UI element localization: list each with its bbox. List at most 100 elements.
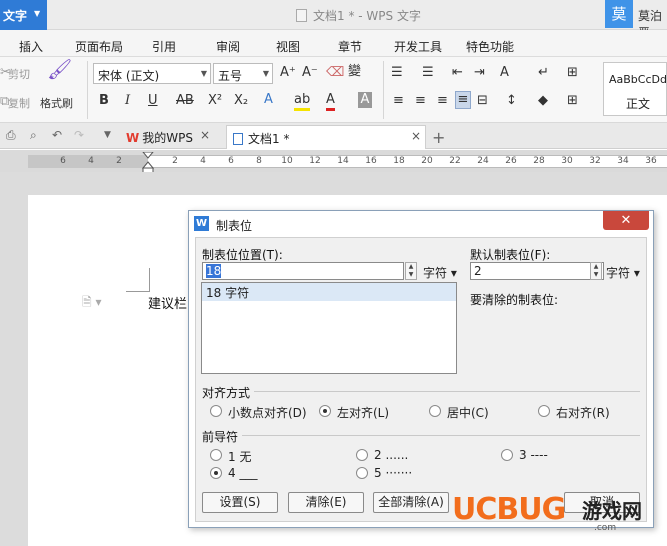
document-text[interactable]: 建议栏 <box>148 293 187 312</box>
tab-document[interactable]: 文档1 * × <box>226 125 426 149</box>
highlight-icon[interactable]: ab <box>294 92 311 111</box>
radio-leader-dashes[interactable] <box>501 449 513 461</box>
set-button[interactable]: 设置(S) <box>202 492 278 513</box>
clear-format-icon[interactable]: ⌫ <box>326 65 344 81</box>
chinese-layout-icon[interactable]: A <box>500 65 509 81</box>
grow-font-icon[interactable]: A⁺ <box>280 65 296 81</box>
table-icon[interactable]: ⊞ <box>567 65 578 81</box>
numbered-list-icon[interactable]: ☰ <box>422 65 434 81</box>
menu-review[interactable]: 审阅 <box>216 38 240 55</box>
close-icon[interactable]: × <box>200 128 210 142</box>
increase-indent-icon[interactable]: ⇥ <box>474 65 485 81</box>
line-spacing-icon[interactable]: ↕ <box>506 93 517 109</box>
print-icon[interactable]: ⎙ <box>6 128 16 143</box>
radio-right[interactable] <box>538 405 550 417</box>
default-unit-select[interactable]: 字符 ▾ <box>606 264 640 281</box>
menu-page-layout[interactable]: 页面布局 <box>75 38 123 55</box>
dialog-close-button[interactable]: ✕ <box>603 211 649 230</box>
chevron-down-icon: ▼ <box>200 69 207 78</box>
brush-icon: 🖌 <box>47 57 73 81</box>
print-preview-icon[interactable]: ⌕ <box>30 128 37 143</box>
wps-logo-icon: W <box>126 131 140 145</box>
italic-icon[interactable]: I <box>125 93 130 109</box>
menu-section[interactable]: 章节 <box>338 38 362 55</box>
subscript-icon[interactable]: X₂ <box>234 93 248 109</box>
redo-icon[interactable]: ↷ <box>74 128 84 142</box>
justify-icon[interactable]: ≡ <box>455 91 471 109</box>
radio-center[interactable] <box>429 405 441 417</box>
radio-label[interactable]: 小数点对齐(D) <box>228 404 307 421</box>
align-left-icon[interactable]: ≡ <box>393 93 404 109</box>
superscript-icon[interactable]: X² <box>208 93 222 109</box>
chevron-down-icon[interactable]: ▼ <box>104 130 111 140</box>
new-tab-button[interactable]: + <box>432 128 445 147</box>
ruler-label: 30 <box>561 156 573 166</box>
bullet-list-icon[interactable]: ☰ <box>391 65 403 81</box>
show-marks-icon[interactable]: ↵ <box>538 65 549 81</box>
divider <box>383 61 384 119</box>
close-icon[interactable]: × <box>411 129 421 143</box>
borders-icon[interactable]: ⊞ <box>567 93 578 109</box>
char-shading-icon[interactable]: A <box>358 92 372 108</box>
radio-decimal[interactable] <box>210 405 222 417</box>
radio-leader-none[interactable] <box>210 449 222 461</box>
ruler-label: 6 <box>228 156 234 166</box>
radio-leader-middots[interactable] <box>356 467 368 479</box>
undo-icon[interactable]: ↶ <box>52 128 62 142</box>
radio-leader-underline[interactable] <box>210 467 222 479</box>
strikethrough-icon[interactable]: AB <box>176 93 194 109</box>
clear-all-button[interactable]: 全部清除(A) <box>373 492 449 513</box>
menu-special[interactable]: 特色功能 <box>466 38 514 55</box>
radio-leader-dots[interactable] <box>356 449 368 461</box>
radio-label[interactable]: 3 ---- <box>519 448 548 462</box>
list-item[interactable]: 18 字符 <box>202 283 456 301</box>
radio-label[interactable]: 左对齐(L) <box>337 404 389 421</box>
font-name-select[interactable]: 宋体 (正文) ▼ <box>93 63 211 84</box>
default-tab-input[interactable]: 2 <box>470 262 604 280</box>
ruler-label: 34 <box>617 156 629 166</box>
radio-left[interactable] <box>319 405 331 417</box>
align-right-icon[interactable]: ≡ <box>437 93 448 109</box>
ruler-label: 32 <box>589 156 601 166</box>
text-effect-icon[interactable]: A <box>264 92 273 108</box>
menu-insert[interactable]: 插入 <box>19 38 43 55</box>
position-unit-select[interactable]: 字符 ▾ <box>423 264 457 281</box>
avatar[interactable]: 莫 <box>605 0 633 28</box>
radio-label[interactable]: 2 ...... <box>374 448 408 462</box>
divider <box>254 391 640 392</box>
radio-label[interactable]: 5 ······· <box>374 466 412 480</box>
font-size-select[interactable]: 五号 ▼ <box>213 63 273 84</box>
font-color-icon[interactable]: A <box>326 92 335 111</box>
distributed-icon[interactable]: ⊟ <box>477 93 488 109</box>
menu-developer[interactable]: 开发工具 <box>394 38 442 55</box>
decrease-indent-icon[interactable]: ⇤ <box>452 65 463 81</box>
radio-label[interactable]: 居中(C) <box>447 404 489 421</box>
watermark-text: 游戏网 <box>582 499 642 523</box>
shrink-font-icon[interactable]: A⁻ <box>302 65 318 81</box>
app-menu-button[interactable]: 文字 ▼ <box>0 0 47 30</box>
radio-label[interactable]: 右对齐(R) <box>556 404 610 421</box>
document-icon <box>233 133 243 145</box>
radio-label[interactable]: 4 ___ <box>228 466 257 480</box>
radio-label[interactable]: 1 无 <box>228 448 251 465</box>
menu-references[interactable]: 引用 <box>152 38 176 55</box>
phonetic-icon[interactable]: 變 <box>348 64 361 80</box>
indent-marker-icon[interactable] <box>142 152 154 174</box>
shading-icon[interactable]: ◆ <box>538 93 548 109</box>
style-gallery-normal[interactable]: AaBbCcDd 正文 <box>603 62 667 116</box>
copy-button[interactable]: 复制 <box>8 95 30 111</box>
position-spinner[interactable]: ▲ ▼ <box>405 262 417 280</box>
bold-icon[interactable]: B <box>99 93 109 109</box>
tab-position-input[interactable]: 18 <box>202 262 404 280</box>
menu-view[interactable]: 视图 <box>276 38 300 55</box>
underline-icon[interactable]: U <box>148 93 158 109</box>
ribbon: ✂ 剪切 ⧉ 复制 🖌 格式刷 宋体 (正文) ▼ 五号 ▼ A⁺ A⁻ ⌫ 變 B… <box>0 57 667 123</box>
dialog-title-bar[interactable] <box>189 211 653 236</box>
default-tab-spinner[interactable]: ▲ ▼ <box>590 262 602 280</box>
format-painter-button[interactable]: 格式刷 <box>40 95 73 111</box>
paragraph-layout-icon[interactable]: 🗎 ▾ <box>82 293 102 314</box>
tab-my-wps[interactable]: W 我的WPS × <box>120 125 224 149</box>
clear-button[interactable]: 清除(E) <box>288 492 364 513</box>
align-center-icon[interactable]: ≡ <box>415 93 426 109</box>
cut-button[interactable]: 剪切 <box>8 66 30 82</box>
